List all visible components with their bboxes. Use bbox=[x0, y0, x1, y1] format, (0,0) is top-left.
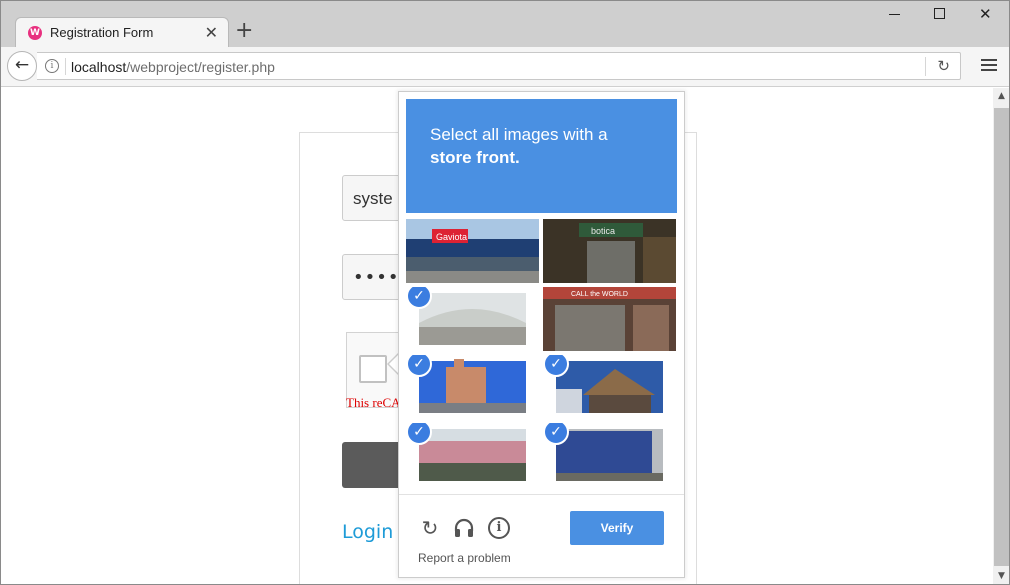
recaptcha-checkbox[interactable] bbox=[359, 355, 387, 383]
reload-challenge-icon[interactable]: ↻ bbox=[419, 517, 441, 539]
url-separator bbox=[65, 58, 66, 75]
tab-registration-form[interactable]: W Registration Form ✕ bbox=[15, 17, 229, 47]
back-button[interactable]: ← bbox=[7, 51, 37, 81]
captcha-tile-3[interactable]: ✓ bbox=[406, 287, 539, 351]
captcha-tile-4[interactable]: CALL the WORLD bbox=[543, 287, 676, 351]
browser-window: W Registration Form ✕ + ✕ ← i localhost/… bbox=[0, 0, 1010, 585]
captcha-tile-7[interactable]: ✓ bbox=[406, 423, 539, 487]
headphones-icon bbox=[454, 518, 474, 537]
tile-4-image: CALL the WORLD bbox=[543, 287, 676, 351]
challenge-period: . bbox=[515, 148, 520, 167]
scroll-thumb[interactable] bbox=[994, 108, 1009, 566]
svg-text:CALL the WORLD: CALL the WORLD bbox=[571, 291, 628, 298]
info-help-icon[interactable]: i bbox=[488, 517, 510, 539]
site-info-icon[interactable]: i bbox=[45, 59, 59, 73]
challenge-target: store front bbox=[430, 148, 515, 167]
scroll-down-icon[interactable]: ▼ bbox=[993, 568, 1009, 584]
nav-bar: ← i localhost/webproject/register.php ↻ bbox=[1, 47, 1009, 87]
username-value: syste bbox=[353, 189, 393, 208]
url-bar[interactable]: i localhost/webproject/register.php ↻ bbox=[37, 52, 961, 80]
captcha-tile-2[interactable]: botica bbox=[543, 219, 676, 283]
url-separator-right bbox=[925, 57, 926, 76]
close-window-icon[interactable]: ✕ bbox=[979, 5, 992, 23]
challenge-header: Select all images with a store front. bbox=[406, 99, 677, 213]
svg-text:Gaviota: Gaviota bbox=[436, 232, 467, 242]
login-link[interactable]: Login bbox=[342, 521, 393, 543]
wamp-favicon-icon: W bbox=[28, 26, 42, 40]
captcha-tile-5[interactable]: ✓ bbox=[406, 355, 539, 419]
captcha-tile-8[interactable]: ✓ bbox=[543, 423, 676, 487]
audio-challenge-icon[interactable] bbox=[453, 517, 475, 539]
challenge-footer-divider bbox=[399, 494, 684, 495]
url-path: /webproject/register.php bbox=[126, 59, 275, 75]
captcha-tile-1[interactable]: Gaviota bbox=[406, 219, 539, 283]
verify-button[interactable]: Verify bbox=[570, 511, 664, 545]
captcha-challenge: Select all images with a store front. Ga… bbox=[398, 91, 685, 578]
scroll-up-icon[interactable]: ▲ bbox=[993, 88, 1009, 105]
title-bar: W Registration Form ✕ + ✕ bbox=[1, 1, 1009, 47]
url-text[interactable]: localhost/webproject/register.php bbox=[71, 59, 275, 75]
report-problem-link[interactable]: Report a problem bbox=[418, 551, 511, 565]
tab-title: Registration Form bbox=[50, 25, 154, 40]
captcha-tile-6[interactable]: ✓ bbox=[543, 355, 676, 419]
tile-2-image: botica bbox=[543, 219, 676, 283]
hamburger-menu-icon[interactable] bbox=[981, 59, 997, 74]
tile-1-image: Gaviota bbox=[406, 219, 539, 283]
maximize-icon[interactable] bbox=[934, 5, 945, 19]
reload-icon[interactable]: ↻ bbox=[937, 57, 950, 75]
challenge-instruction: Select all images with a bbox=[430, 125, 608, 144]
vertical-scrollbar[interactable]: ▲ ▼ bbox=[993, 88, 1009, 584]
new-tab-icon[interactable]: + bbox=[235, 18, 253, 44]
minimize-icon[interactable] bbox=[889, 5, 900, 15]
recaptcha-error-text: This reCA bbox=[346, 395, 401, 410]
close-tab-icon[interactable]: ✕ bbox=[205, 23, 218, 42]
url-host: localhost bbox=[71, 59, 127, 75]
svg-text:botica: botica bbox=[591, 226, 615, 236]
